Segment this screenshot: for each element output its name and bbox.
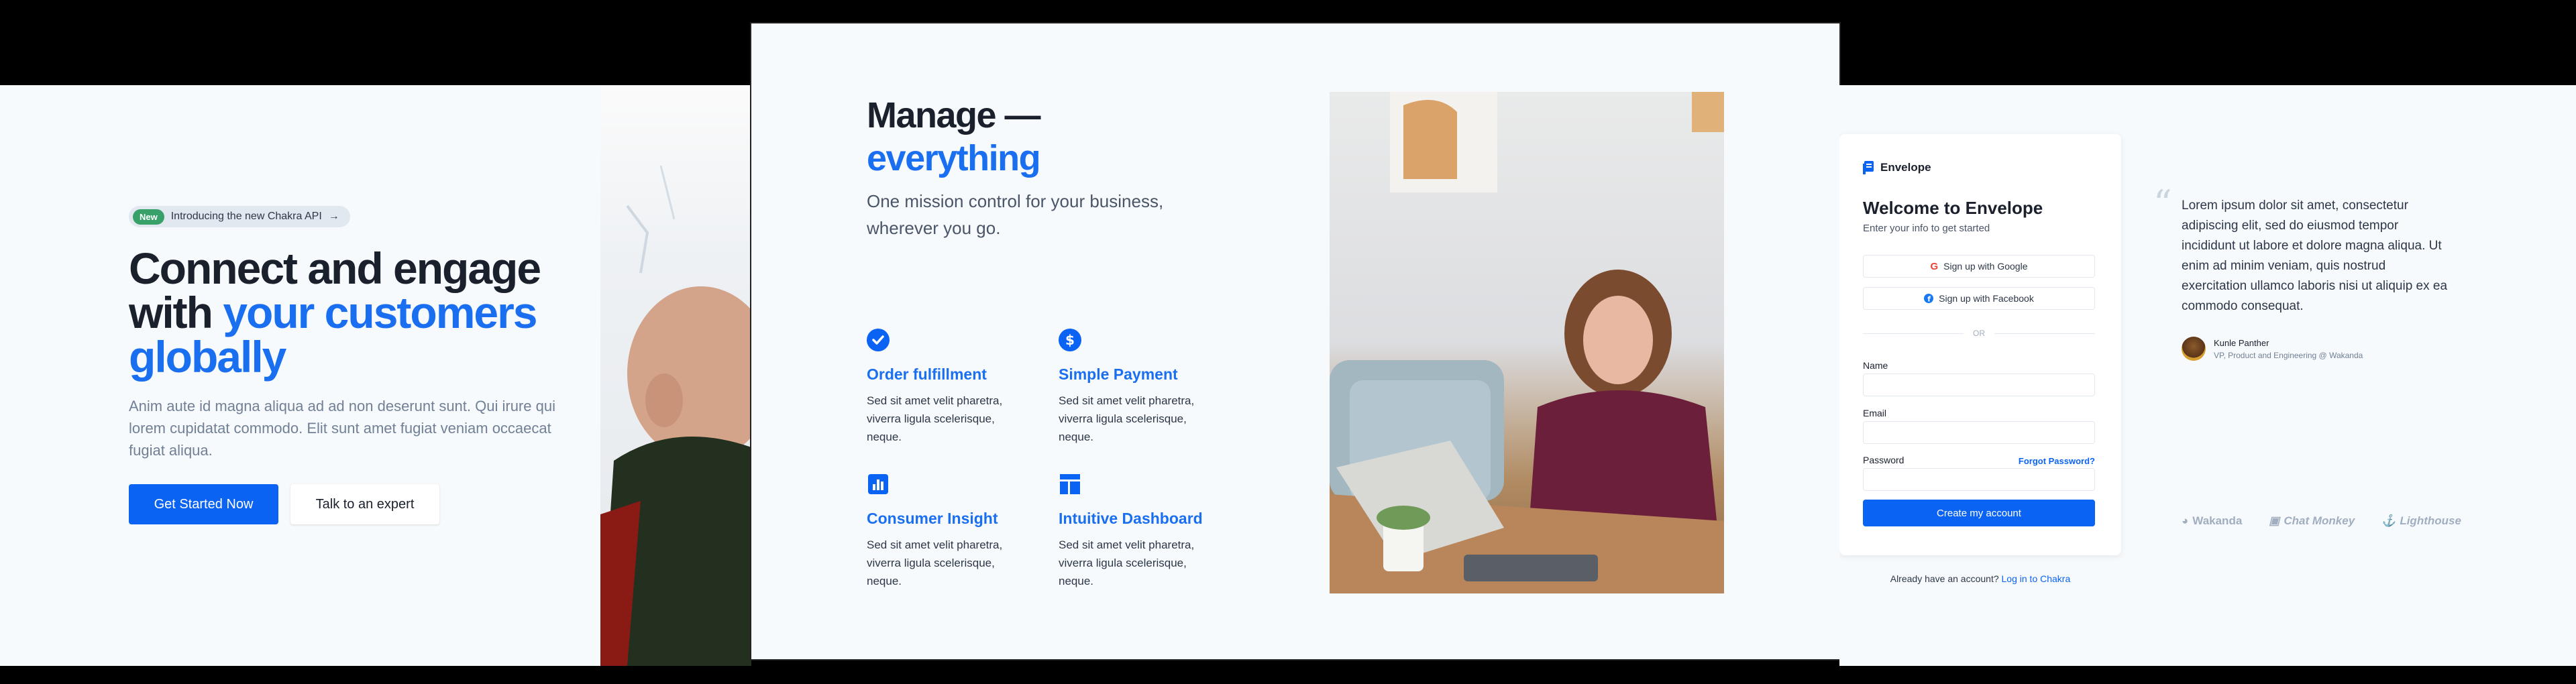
email-label: Email [1863,408,1887,418]
get-started-button[interactable]: Get Started Now [129,484,278,524]
new-pill: New [133,209,164,225]
email-input[interactable] [1863,421,2095,444]
brand-logo-lighthouse: ⚓ Lighthouse [2381,514,2461,528]
brand-logo[interactable]: Envelope [1863,161,1931,174]
brand-label: Lighthouse [2400,514,2461,527]
login-link[interactable]: Log in to Chakra [2002,573,2071,584]
hero-section: New Introducing the new Chakra API → Con… [0,85,751,666]
bar-chart-icon [868,474,888,494]
feature-title: Consumer Insight [867,510,998,527]
author-role: VP, Product and Engineering @ Wakanda [2214,350,2363,360]
brand-label: Chat Monkey [2284,514,2355,527]
features-heading: Manage — everything [867,94,1041,180]
features-section: Manage — everything One mission control f… [751,23,1839,659]
feature-description: Sed sit amet velit pharetra, viverra lig… [867,394,1003,443]
name-label: Name [1863,360,1888,371]
avatar [2182,337,2206,361]
password-input[interactable] [1863,468,2095,491]
facebook-icon: f [1924,294,1934,304]
google-signup-label: Sign up with Google [1943,261,2028,272]
quote-icon: “ [2153,182,2172,225]
testimonial-author: Kunle Panther VP, Product and Engineerin… [2182,337,2363,361]
google-icon: G [1930,260,1939,272]
hero-description: Anim aute id magna aliqua ad ad non dese… [129,398,555,459]
announcement-text: Introducing the new Chakra API [170,211,322,222]
author-name: Kunle Panther [2214,337,2269,348]
create-account-button[interactable]: Create my account [1863,500,2095,526]
feature-card: Order fulfillment Sed sit amet velit pha… [867,329,1028,446]
feature-description: Sed sit amet velit pharetra, viverra lig… [1059,394,1195,443]
features-heading-text: Manage — [867,95,1041,135]
hero-heading: Connect and engage with your customers g… [129,246,612,379]
features-description: One mission control for your business, w… [867,191,1164,238]
feature-title: Intuitive Dashboard [1059,510,1203,527]
name-input[interactable] [1863,374,2095,396]
testimonial-quote: Lorem ipsum dolor sit amet, consectetur … [2182,198,2448,313]
features-heading-highlight: everything [867,138,1041,178]
feature-description: Sed sit amet velit pharetra, viverra lig… [1059,538,1195,587]
feature-card: Consumer Insight Sed sit amet velit phar… [867,473,1028,590]
feature-description: Sed sit amet velit pharetra, viverra lig… [867,538,1003,587]
signup-subtitle: Enter your info to get started [1863,223,1990,234]
signup-card: Envelope Welcome to Envelope Enter your … [1839,134,2121,555]
feature-title: Order fulfillment [867,365,987,383]
feature-card: Intuitive Dashboard Sed sit amet velit p… [1059,473,1220,590]
or-divider: OR [1863,329,2095,338]
signup-section: Envelope Welcome to Envelope Enter your … [1839,85,2576,666]
check-circle-icon [867,329,890,351]
brand-name: Envelope [1880,161,1931,174]
brand-logo-wakanda: ◕ Wakanda [2182,514,2242,528]
wakanda-icon: ◕ [2182,514,2189,527]
hero-photo [600,85,751,666]
dollar-circle-icon: $ [1059,329,1081,351]
forgot-password-link[interactable]: Forgot Password? [2019,456,2095,466]
feature-card: $ Simple Payment Sed sit amet velit phar… [1059,329,1220,446]
envelope-logo-icon [1863,161,1874,174]
talk-to-expert-button[interactable]: Talk to an expert [290,484,439,524]
svg-text:$: $ [1065,332,1075,348]
lighthouse-icon: ⚓ [2381,514,2396,527]
arrow-right-icon: → [328,211,339,222]
brand-logo-chat-monkey: ▣ Chat Monkey [2269,514,2355,528]
features-photo [1330,92,1724,593]
facebook-signup-button[interactable]: f Sign up with Facebook [1863,287,2095,310]
facebook-signup-label: Sign up with Facebook [1939,293,2034,304]
brand-label: Wakanda [2192,514,2243,527]
password-label: Password [1863,455,1904,465]
login-prompt: Already have an account? Log in to Chakr… [1839,573,2121,584]
announcement-badge[interactable]: New Introducing the new Chakra API → [129,206,350,227]
already-text: Already have an account? [1890,573,1999,584]
svg-text:f: f [1927,295,1931,304]
feature-title: Simple Payment [1059,365,1178,383]
brand-logos: ◕ Wakanda ▣ Chat Monkey ⚓ Lighthouse [2182,514,2461,528]
chat-bubble-icon: ▣ [2269,514,2280,527]
google-signup-button[interactable]: G Sign up with Google [1863,255,2095,278]
dashboard-icon [1060,474,1080,494]
signup-title: Welcome to Envelope [1863,198,2043,218]
